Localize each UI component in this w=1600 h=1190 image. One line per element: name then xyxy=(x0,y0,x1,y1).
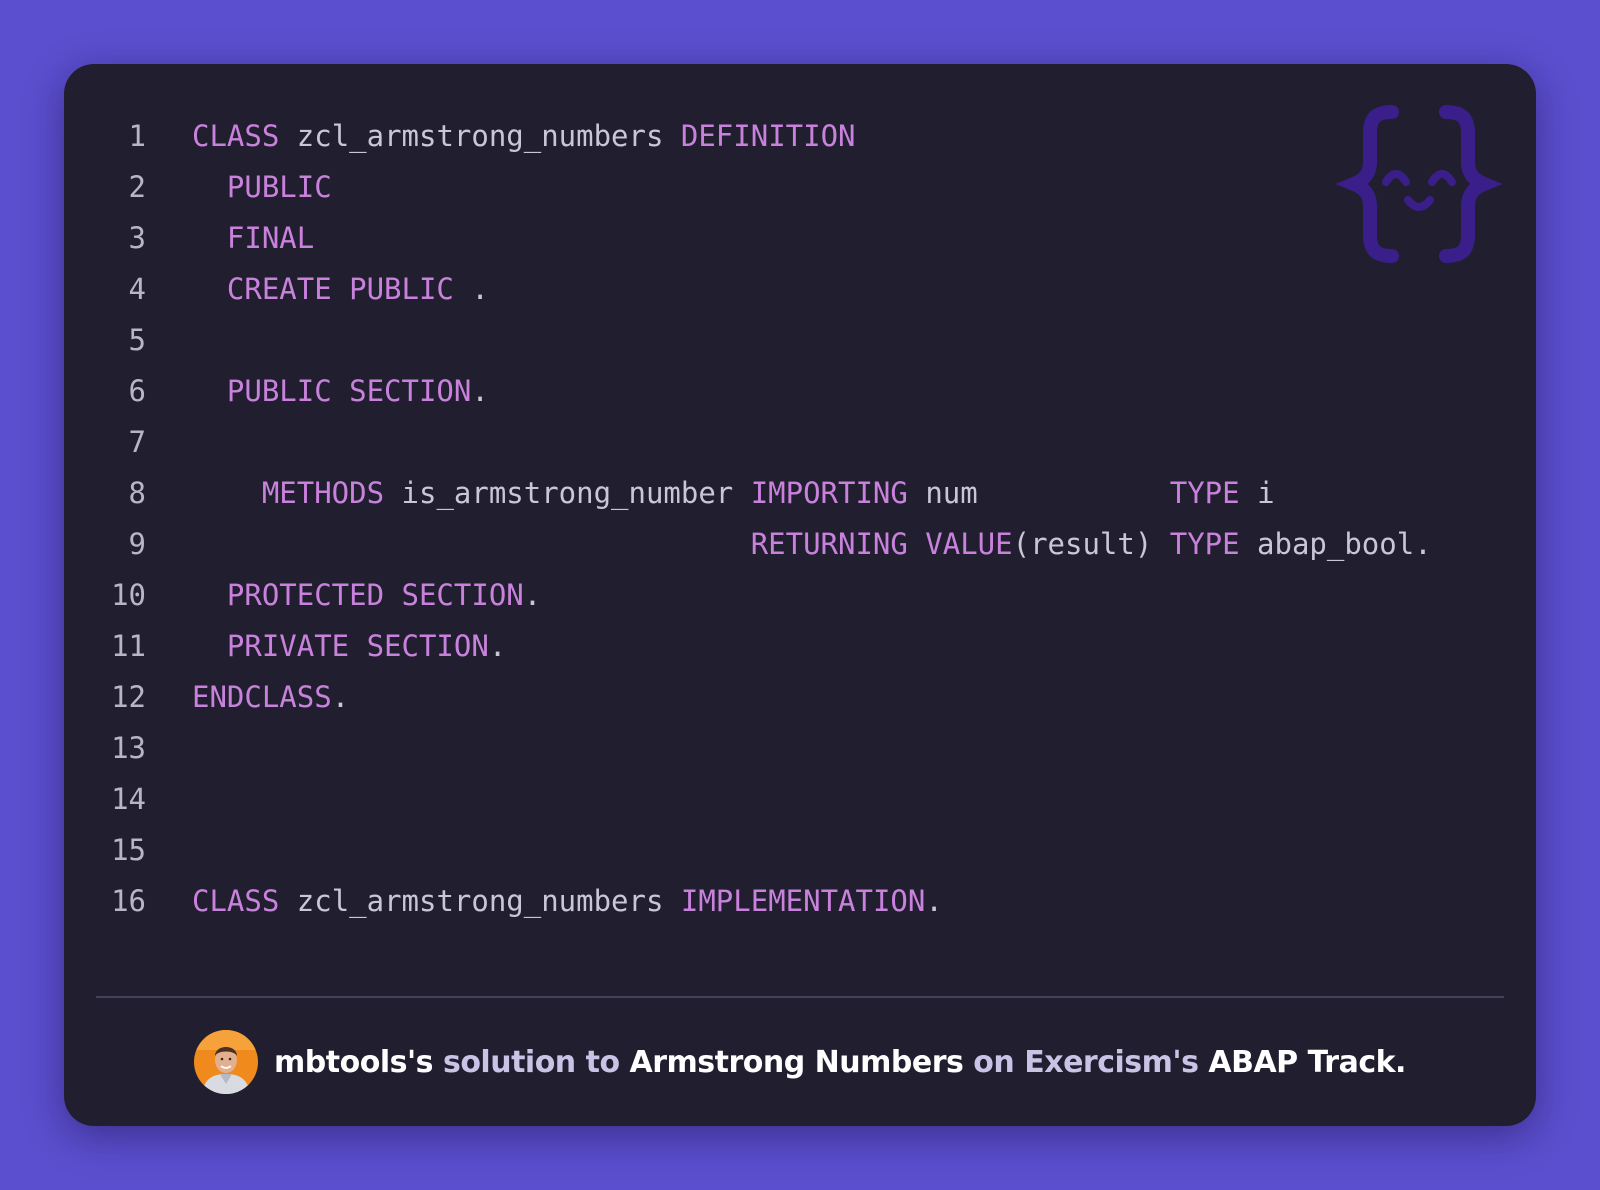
code-keyword: DEFINITION xyxy=(680,119,856,153)
code-identifier: i xyxy=(1239,476,1275,510)
code-keyword: IMPORTING xyxy=(750,476,908,510)
code-text: ENDCLASS. xyxy=(192,672,349,723)
code-line: 2 PUBLIC xyxy=(64,162,1536,213)
code-keyword: CLASS xyxy=(192,884,280,918)
code-line: 11 PRIVATE SECTION. xyxy=(64,621,1536,672)
line-number: 11 xyxy=(111,629,146,663)
code-card: 1 CLASS zcl_armstrong_numbers DEFINITION 2… xyxy=(64,64,1536,1126)
code-line: 6 PUBLIC SECTION. xyxy=(64,366,1536,417)
code-line: 1 CLASS zcl_armstrong_numbers DEFINITION xyxy=(64,111,1536,162)
code-identifier xyxy=(192,578,227,612)
code-line: 9 RETURNING VALUE(result) TYPE abap_bool… xyxy=(64,519,1536,570)
credit-text: mbtools's solution to Armstrong Numbers … xyxy=(274,1045,1406,1080)
code-keyword: CLASS xyxy=(192,119,280,153)
line-number: 12 xyxy=(111,680,146,714)
author-name[interactable]: mbtools's xyxy=(274,1045,433,1080)
line-number: 10 xyxy=(111,578,146,612)
code-identifier: . xyxy=(523,578,542,612)
code-identifier xyxy=(192,170,227,204)
code-text: FINAL xyxy=(192,213,314,264)
line-number: 7 xyxy=(128,425,146,459)
code-text: CREATE PUBLIC . xyxy=(192,264,489,315)
credit-on: on xyxy=(963,1044,1025,1080)
code-identifier xyxy=(192,629,227,663)
code-text: CLASS zcl_armstrong_numbers DEFINITION xyxy=(192,111,856,162)
code-text: PROTECTED SECTION. xyxy=(192,570,541,621)
credit-solution-to: solution to xyxy=(433,1044,630,1080)
track-name[interactable]: ABAP Track. xyxy=(1198,1045,1406,1080)
code-keyword: PRIVATE SECTION xyxy=(226,629,489,663)
code-text: METHODS is_armstrong_number IMPORTING nu… xyxy=(192,468,1275,519)
code-line: 4 CREATE PUBLIC . xyxy=(64,264,1536,315)
line-number: 14 xyxy=(111,782,146,816)
code-identifier xyxy=(192,374,227,408)
code-line: 7 xyxy=(64,417,1536,468)
code-identifier: zcl_armstrong_numbers xyxy=(279,119,681,153)
code-keyword: TYPE xyxy=(1169,527,1240,561)
code-line: 13 xyxy=(64,723,1536,774)
code-identifier xyxy=(192,272,227,306)
code-identifier: is_armstrong_number xyxy=(384,476,751,510)
code-identifier: num xyxy=(907,476,1170,510)
code-keyword: FINAL xyxy=(226,221,315,255)
code-text: PUBLIC xyxy=(192,162,332,213)
code-line: 10 PROTECTED SECTION. xyxy=(64,570,1536,621)
code-identifier: (result) xyxy=(1012,527,1170,561)
code-line: 15 xyxy=(64,825,1536,876)
site-name[interactable]: Exercism's xyxy=(1024,1045,1199,1080)
code-text: CLASS zcl_armstrong_numbers IMPLEMENTATI… xyxy=(192,876,943,927)
code-keyword: ENDCLASS xyxy=(192,680,332,714)
code-identifier xyxy=(192,221,227,255)
code-identifier: zcl_armstrong_numbers xyxy=(279,884,681,918)
code-keyword: CREATE PUBLIC xyxy=(226,272,454,306)
line-number: 2 xyxy=(128,170,146,204)
code-identifier: . xyxy=(925,884,943,918)
line-number: 6 xyxy=(128,374,146,408)
code-line: 5 xyxy=(64,315,1536,366)
line-number: 13 xyxy=(111,731,146,765)
code-identifier: . xyxy=(453,272,489,306)
code-keyword: IMPLEMENTATION xyxy=(680,884,926,918)
code-keyword: PUBLIC xyxy=(226,170,332,204)
code-line: 12 ENDCLASS. xyxy=(64,672,1536,723)
code-identifier: . xyxy=(488,629,507,663)
code-line: 3 FINAL xyxy=(64,213,1536,264)
code-text: RETURNING VALUE(result) TYPE abap_bool. xyxy=(192,519,1432,570)
divider xyxy=(96,996,1504,998)
line-number: 3 xyxy=(128,221,146,255)
line-number: 1 xyxy=(128,119,146,153)
code-line: 8 METHODS is_armstrong_number IMPORTING … xyxy=(64,468,1536,519)
code-identifier xyxy=(192,527,751,561)
code-identifier: . xyxy=(471,374,489,408)
line-number: 9 xyxy=(128,527,146,561)
code-block: 1 CLASS zcl_armstrong_numbers DEFINITION 2… xyxy=(64,111,1536,927)
code-keyword: PUBLIC SECTION xyxy=(226,374,472,408)
line-number: 16 xyxy=(111,884,146,918)
line-number: 8 xyxy=(128,476,146,510)
code-line: 14 xyxy=(64,774,1536,825)
line-number: 4 xyxy=(128,272,146,306)
footer: mbtools's solution to Armstrong Numbers … xyxy=(64,1030,1536,1094)
code-line: 16 CLASS zcl_armstrong_numbers IMPLEMENTA… xyxy=(64,876,1536,927)
code-text: PRIVATE SECTION. xyxy=(192,621,506,672)
line-number: 5 xyxy=(128,323,146,357)
user-avatar-icon xyxy=(194,1030,259,1094)
exercise-name[interactable]: Armstrong Numbers xyxy=(630,1045,964,1080)
line-number: 15 xyxy=(111,833,146,867)
code-keyword: TYPE xyxy=(1169,476,1240,510)
code-keyword: METHODS xyxy=(261,476,385,510)
code-keyword: PROTECTED SECTION xyxy=(226,578,524,612)
code-keyword: RETURNING VALUE xyxy=(750,527,1013,561)
code-identifier: . xyxy=(331,680,350,714)
code-text: PUBLIC SECTION. xyxy=(192,366,489,417)
code-identifier: abap_bool. xyxy=(1239,527,1432,561)
code-identifier xyxy=(192,476,262,510)
